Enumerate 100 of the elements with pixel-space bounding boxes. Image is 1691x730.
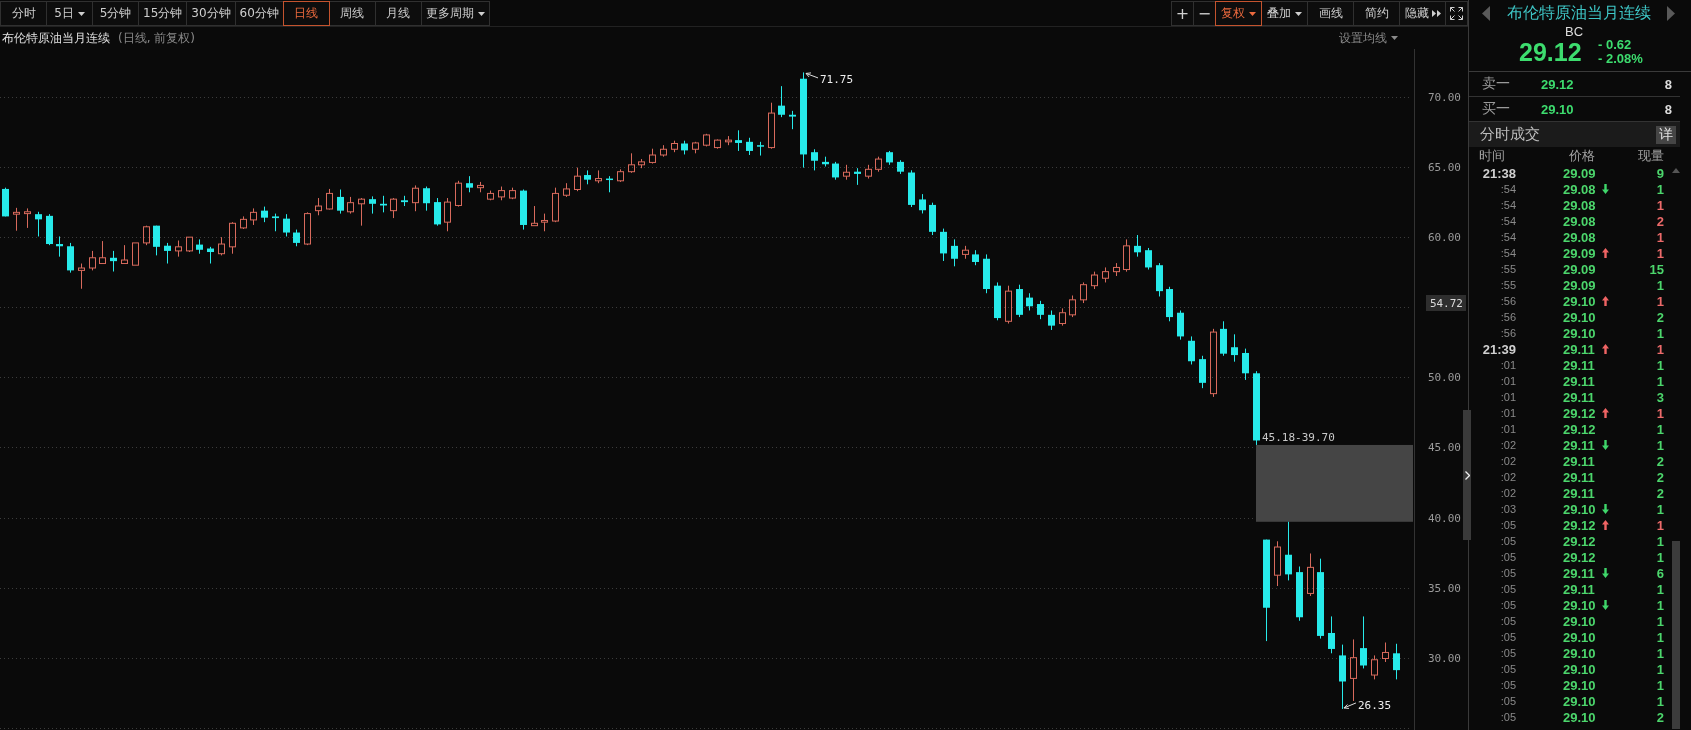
trade-time: :54 [1499,199,1516,211]
candlestick [1037,300,1044,320]
right-triangle-icon[interactable] [1667,5,1675,21]
order-level-label: 卖一 [1482,75,1511,93]
trade-price: 29.08 [1563,229,1597,245]
trade-time: :05 [1499,711,1516,723]
candlestick [1188,335,1195,365]
trade-price: 29.12 [1563,421,1597,437]
toolbar-button[interactable]: + [1171,1,1194,26]
period-tab[interactable]: 月线 [374,1,422,26]
period-tab[interactable]: 5日 [46,1,93,26]
scrollbar-thumb[interactable] [1672,541,1680,729]
trade-price: 29.11 [1563,389,1596,405]
candlestick [186,236,193,252]
fullscreen-icon [1450,7,1463,20]
axis-tick-label: 35.00 [1427,581,1461,595]
order-volume: 8 [1663,76,1672,92]
chevron-right-icon [1464,470,1470,480]
candlestick [121,244,128,265]
trade-time: :03 [1499,503,1516,515]
trade-time: :05 [1499,679,1516,691]
trade-price: 29.10 [1563,325,1597,341]
period-tab[interactable]: 5分钟 [92,1,139,26]
trade-price: 29.11 [1563,341,1596,357]
trade-volume: 2 [1655,485,1664,501]
trade-time: :54 [1499,183,1516,195]
trade-volume: 2 [1655,213,1664,229]
toolbar-button[interactable]: 画线 [1307,1,1354,26]
period-tab[interactable]: 60分钟 [234,1,284,26]
trade-price: 29.10 [1563,661,1597,677]
candlestick [390,198,397,219]
order-volume: 8 [1663,101,1672,117]
toolbar-button[interactable]: 叠加 [1261,1,1308,26]
trade-price: 29.11 [1563,357,1596,373]
toolbar-button[interactable]: 复权 [1215,1,1262,26]
candlestick [326,188,333,210]
trade-volume: 1 [1655,197,1664,213]
toolbar-button[interactable]: 隐藏 [1399,1,1446,26]
period-tab[interactable]: 更多周期 [420,1,490,26]
trade-volume: 1 [1655,245,1664,261]
candlestick [962,245,969,260]
axis-tick-label: 65.00 [1427,161,1461,175]
trade-volume: 1 [1655,277,1664,293]
period-tab[interactable]: 30分钟 [186,1,236,26]
candlestick [1102,266,1109,283]
candlestick [735,129,742,152]
candlestick [1242,348,1249,381]
candlestick [843,164,850,181]
period-tab[interactable]: 15分钟 [138,1,188,26]
panel-collapse-handle[interactable] [1463,410,1471,540]
trade-time: :01 [1499,423,1516,435]
trade-volume: 1 [1655,549,1664,565]
candlestick [1113,262,1120,277]
trade-time: :02 [1499,471,1516,483]
candlestick [1145,247,1152,271]
trades-title: 分时成交 [1480,125,1540,144]
detail-button[interactable]: 详 [1656,125,1676,144]
axis-tick-label: 70.00 [1427,90,1461,104]
price-tag: 54.72 [1426,295,1466,311]
axis-tick-label: 50.00 [1427,371,1461,385]
candlestick [337,188,344,215]
candlestick [283,213,290,237]
fullscreen-button[interactable] [1445,1,1468,26]
candlestick [919,193,926,214]
toolbar-button[interactable]: 简约 [1353,1,1400,26]
trade-price: 29.12 [1563,405,1597,421]
instrument-name: 布伦特原油当月连续 [1506,2,1651,24]
candlestick [304,213,311,245]
period-tab[interactable]: 日线 [282,1,330,26]
trade-volume: 1 [1655,357,1664,373]
period-tab[interactable]: 周线 [328,1,376,26]
trade-price: 29.09 [1563,165,1597,181]
trade-volume: 2 [1655,453,1664,469]
trade-time: :54 [1499,215,1516,227]
trade-volume: 3 [1655,389,1664,405]
candlestick [153,225,160,256]
candlestick [951,238,958,267]
column-header: 价格 [1568,147,1596,165]
candlestick [1123,238,1130,273]
candlestick [778,85,785,118]
trade-time: :05 [1499,551,1516,563]
trade-time: :54 [1499,247,1516,259]
trade-price: 29.12 [1563,517,1597,533]
trade-time: :05 [1499,519,1516,531]
trade-time: :05 [1499,535,1516,547]
candlestick [240,215,247,229]
toolbar-button[interactable]: − [1193,1,1216,26]
trade-price: 29.08 [1563,181,1597,197]
ma-settings-button[interactable]: 设置均线 [1339,29,1398,47]
period-tab[interactable]: 分时 [0,1,47,26]
trade-time: :05 [1499,615,1516,627]
candlestick [1285,521,1292,581]
trade-price: 29.10 [1563,501,1597,517]
left-triangle-icon[interactable] [1482,5,1490,21]
trade-time: :05 [1499,647,1516,659]
price-change: - 0.62 [1598,38,1633,52]
candlestick [358,198,365,227]
double-chevron-icon [1431,10,1441,17]
trade-time: :01 [1499,391,1516,403]
scroll-up-icon[interactable] [1672,168,1680,173]
